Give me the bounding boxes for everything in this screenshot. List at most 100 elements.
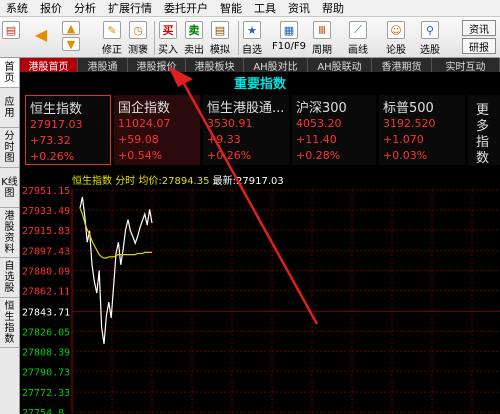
menu-analysis[interactable]: 分析 bbox=[68, 0, 102, 16]
sidebar-item-hk-info[interactable]: 港股资料 bbox=[0, 208, 19, 258]
menu-bar: 系统 报价 分析 扩展行情 委托开户 智能 工具 资讯 帮助 bbox=[0, 0, 500, 17]
draw-line-icon: ⟋ bbox=[349, 21, 367, 39]
menu-news[interactable]: 资讯 bbox=[282, 0, 316, 16]
index-change: +11.40 bbox=[296, 133, 337, 146]
index-change: +59.08 bbox=[118, 133, 159, 146]
simulate-button[interactable]: ▤ 模拟 bbox=[210, 19, 230, 57]
index-card-hsi[interactable]: 恒生指数 27917.03 +73.32 +0.26% bbox=[25, 95, 111, 165]
up-down-buttons[interactable]: ▲ ▼ bbox=[62, 19, 80, 57]
more-indices-card[interactable]: 更多指数 bbox=[468, 95, 500, 166]
index-change: +9.33 bbox=[207, 133, 241, 146]
tab-hk-futures[interactable]: 香港期货 bbox=[372, 58, 432, 73]
menu-quote[interactable]: 报价 bbox=[34, 0, 68, 16]
tab-hk-quotes[interactable]: 港股报价 bbox=[128, 58, 186, 73]
index-price: 27917.03 bbox=[30, 118, 83, 131]
index-pct: +0.28% bbox=[296, 149, 341, 162]
main-panel: 重要指数 恒生指数 27917.03 +73.32 +0.26% 国企指数 11… bbox=[20, 72, 500, 414]
f10-icon: ▦ bbox=[279, 21, 298, 39]
y-tick-label: 27754.8 bbox=[22, 408, 64, 414]
sidebar-item-kline-chart[interactable]: K线图 bbox=[0, 168, 19, 208]
sidebar-item-home[interactable]: 首页 bbox=[0, 58, 19, 88]
sidebar-item-timeshare-chart[interactable]: 分时图 bbox=[0, 128, 19, 168]
y-tick-label: 27808.39 bbox=[22, 347, 70, 358]
index-change: +73.32 bbox=[30, 134, 71, 147]
index-price: 3192.520 bbox=[383, 117, 436, 130]
menu-help[interactable]: 帮助 bbox=[316, 0, 350, 16]
fix-button[interactable]: ✎ 修正 bbox=[102, 19, 122, 57]
sidebar-item-apps[interactable]: 应用 bbox=[0, 88, 19, 128]
tab-hk-home[interactable]: 港股首页 bbox=[20, 58, 78, 73]
tab-hk-connect[interactable]: 港股通 bbox=[78, 58, 128, 73]
up-arrow-icon: ▲ bbox=[62, 21, 80, 35]
index-card-sp500[interactable]: 标普500 3192.520 +1.070 +0.03% bbox=[379, 95, 465, 165]
buy-icon: 买 bbox=[159, 21, 177, 39]
index-card-csi300[interactable]: 沪深300 4053.20 +11.40 +0.28% bbox=[292, 95, 376, 165]
menu-tools[interactable]: 工具 bbox=[248, 0, 282, 16]
star-icon: ★ bbox=[243, 21, 261, 39]
index-name: 恒生指数 bbox=[30, 102, 83, 117]
tab-ah-linkage[interactable]: AH股联动 bbox=[308, 58, 372, 73]
y-tick-label: 27862.11 bbox=[22, 287, 70, 298]
research-button[interactable]: 研报 bbox=[462, 38, 496, 54]
home-icon: ▤ bbox=[2, 21, 20, 39]
down-arrow-icon: ▼ bbox=[62, 37, 80, 51]
discuss-label: 论股 bbox=[386, 45, 406, 56]
stock-screen-button[interactable]: ⚲ 选股 bbox=[420, 19, 440, 57]
index-price: 4053.20 bbox=[296, 117, 342, 130]
toolbar: ▤ ◀ ▲ ▼ ✎ 修正 ◷ 测褒 买 买入 卖 卖出 ▤ 模拟 ★ 自选 ▦ … bbox=[0, 17, 500, 58]
menu-trade-account[interactable]: 委托开户 bbox=[158, 0, 214, 16]
timeshare-chart[interactable]: 27951.15 27933.49 27915.83 27897.43 27880.09… bbox=[20, 184, 500, 414]
sidebar-item-watchlist[interactable]: 自选股 bbox=[0, 258, 19, 298]
toolbar-separator bbox=[238, 21, 239, 55]
discuss-button[interactable]: ☺ 论股 bbox=[386, 19, 406, 57]
tab-live-interaction[interactable]: 实时互动 bbox=[432, 58, 500, 73]
index-pct: +0.03% bbox=[383, 149, 428, 162]
more-indices-label: 更多指数 bbox=[476, 103, 490, 166]
measure-button[interactable]: ◷ 测褒 bbox=[128, 19, 148, 57]
y-tick-label: 27915.83 bbox=[22, 226, 70, 237]
tab-hk-sectors[interactable]: 港股板块 bbox=[186, 58, 244, 73]
y-tick-label: 27880.09 bbox=[22, 266, 70, 277]
index-change: +1.070 bbox=[383, 133, 424, 146]
fix-label: 修正 bbox=[102, 45, 122, 56]
y-tick-label: 27790.73 bbox=[22, 367, 70, 378]
index-card-hscei[interactable]: 国企指数 11024.07 +59.08 +0.54% bbox=[114, 95, 200, 165]
index-name: 国企指数 bbox=[118, 101, 171, 116]
y-tick-label: 27951.15 bbox=[22, 186, 70, 197]
home-button[interactable]: ▤ bbox=[2, 19, 20, 57]
period-button[interactable]: Ⅲ 周期 bbox=[312, 19, 332, 57]
y-tick-label: 27897.43 bbox=[22, 247, 70, 258]
chart-svg: 27951.15 27933.49 27915.83 27897.43 27880.09… bbox=[22, 186, 500, 414]
tab-bar: 港股首页 港股通 港股报价 港股板块 AH股对比 AH股联动 香港期货 实时互动 bbox=[20, 58, 500, 73]
back-arrow-icon: ◀ bbox=[34, 24, 48, 44]
index-price: 3530.91 bbox=[207, 117, 253, 130]
buy-button[interactable]: 买 买入 bbox=[158, 19, 178, 57]
draw-line-label: 画线 bbox=[348, 45, 368, 56]
index-pct: +0.26% bbox=[30, 150, 75, 163]
index-pct: +0.26% bbox=[207, 149, 252, 162]
period-label: 周期 bbox=[312, 45, 332, 56]
draw-line-button[interactable]: ⟋ 画线 bbox=[348, 19, 368, 57]
f10-label: F10/F9 bbox=[272, 41, 306, 52]
menu-smart[interactable]: 智能 bbox=[214, 0, 248, 16]
index-name: 沪深300 bbox=[296, 101, 347, 116]
tab-ah-compare[interactable]: AH股对比 bbox=[244, 58, 308, 73]
chat-icon: ☺ bbox=[387, 21, 405, 39]
sidebar-item-hsi[interactable]: 恒生指数 bbox=[0, 298, 19, 348]
clock-icon: ◷ bbox=[129, 21, 147, 39]
menu-extended-quotes[interactable]: 扩展行情 bbox=[102, 0, 158, 16]
menu-system[interactable]: 系统 bbox=[0, 0, 34, 16]
f10-button[interactable]: ▦ F10/F9 bbox=[272, 19, 306, 57]
sell-icon: 卖 bbox=[185, 21, 203, 39]
wrench-icon: ✎ bbox=[103, 21, 121, 39]
index-card-hs-connect[interactable]: 恒生港股通... 3530.91 +9.33 +0.26% bbox=[203, 95, 289, 165]
watchlist-button[interactable]: ★ 自选 bbox=[242, 19, 262, 57]
news-button[interactable]: 资讯 bbox=[462, 20, 496, 36]
page-title: 重要指数 bbox=[233, 76, 286, 92]
sell-button[interactable]: 卖 卖出 bbox=[184, 19, 204, 57]
simulate-label: 模拟 bbox=[210, 45, 230, 56]
watchlist-label: 自选 bbox=[242, 45, 262, 56]
measure-label: 测褒 bbox=[128, 45, 148, 56]
back-button[interactable]: ◀ bbox=[28, 19, 54, 57]
buy-label: 买入 bbox=[158, 45, 178, 56]
